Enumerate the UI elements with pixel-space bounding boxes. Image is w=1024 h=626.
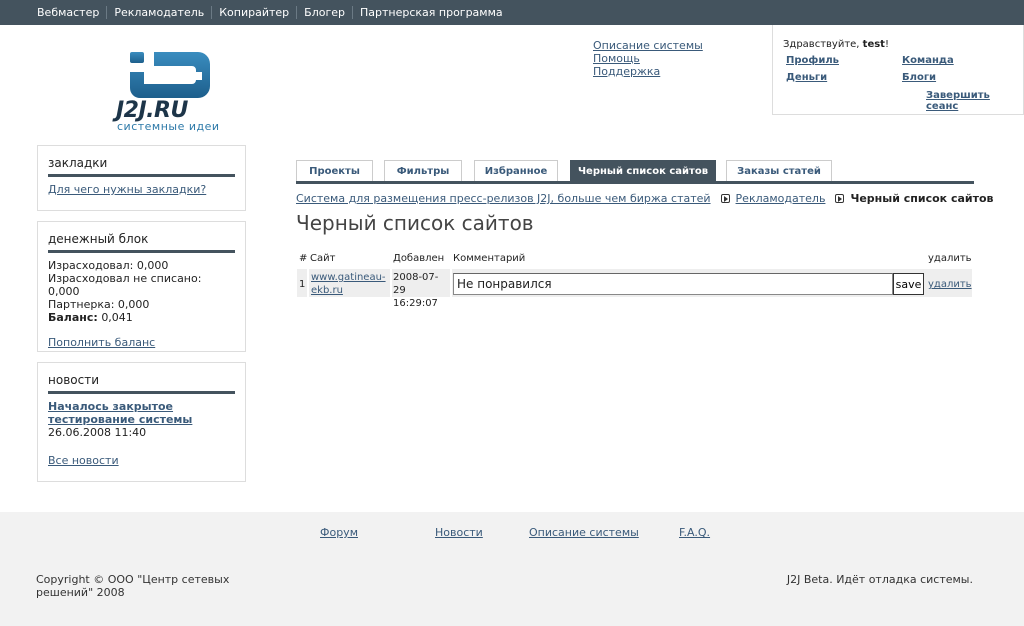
save-button[interactable]: save [893,273,924,295]
balance-label: Баланс: [48,311,98,324]
footer-link-description[interactable]: Описание системы [529,526,639,539]
top-nav-webmaster[interactable]: Вебмастер [30,6,106,19]
footer-link-news[interactable]: Новости [435,526,483,539]
site-logo[interactable]: J2J.RU системные идеи [116,50,228,133]
top-nav-blogger[interactable]: Блогер [296,6,352,19]
row-added-date: 2008-07-29 [393,272,439,296]
bookmarks-help-link[interactable]: Для чего нужны закладки? [48,183,206,196]
balance-value: 0,041 [101,311,133,324]
info-links: Описание системы Помощь Поддержка [593,39,703,78]
breadcrumb: Система для размещения пресс-релизов J2J… [296,192,994,205]
username: test [862,39,885,50]
top-nav-partner-program[interactable]: Партнерская программа [352,6,510,19]
col-header-num: # [299,253,308,264]
delete-link[interactable]: удалить [928,279,972,290]
money-balance: Баланс: 0,041 [48,311,235,324]
all-news-link[interactable]: Все новости [48,454,119,467]
top-nav: Вебмастер Рекламодатель Копирайтер Блоге… [30,6,510,19]
news-headline-link[interactable]: Началось закрытое тестирование системы [48,400,198,426]
logo-mark-icon [130,52,210,98]
user-panel: Здравствуйте, test! Профиль Команда День… [772,25,1024,115]
money-block: денежный блок Израсходовал: 0,000 Израсх… [37,221,246,352]
top-nav-bar: Вебмастер Рекламодатель Копирайтер Блоге… [0,0,1024,25]
bookmarks-title: закладки [48,156,235,177]
top-nav-copywriter[interactable]: Копирайтер [211,6,296,19]
tab-filters[interactable]: Фильтры [384,160,462,181]
tab-favorites[interactable]: Избранное [474,160,558,181]
money-partner: Партнерка: 0,000 [48,298,150,311]
breadcrumb-current: Черный список сайтов [850,192,994,205]
bookmarks-block: закладки Для чего нужны закладки? [37,145,246,211]
breadcrumb-root[interactable]: Система для размещения пресс-релизов J2J… [296,192,711,205]
copyright-text: Copyright © ООО "Центр сетевых решений" … [36,573,230,599]
breadcrumb-section[interactable]: Рекламодатель [736,192,826,205]
row-num: 1 [297,269,307,297]
row-site-link-line1[interactable]: www.gatineau- [311,271,390,284]
col-header-delete: удалить [928,253,972,264]
news-title: новости [48,373,235,394]
col-header-added: Добавлен [393,253,445,264]
footer-link-forum[interactable]: Форум [320,526,358,539]
page-title: Черный список сайтов [296,211,534,235]
breadcrumb-arrow-icon [835,194,845,203]
user-link-team[interactable]: Команда [902,55,954,66]
beta-status-text: J2J Beta. Идёт отладка системы. [786,573,973,586]
breadcrumb-arrow-icon [720,194,730,203]
col-header-site: Сайт [310,253,336,264]
tab-article-orders[interactable]: Заказы статей [726,160,832,181]
news-block: новости Началось закрытое тестирование с… [37,362,246,482]
row-added-time: 16:29:07 [393,298,438,309]
logo-tagline: системные идеи [117,120,220,133]
link-support[interactable]: Поддержка [593,65,703,78]
user-link-blogs[interactable]: Блоги [902,72,936,83]
money-spent-unwritten: Израсходовал не списано: 0,000 [48,272,202,298]
logout-link[interactable]: Завершить сеанс [926,90,1023,112]
row-site-cell: www.gatineau- ekb.ru [309,269,390,297]
user-link-profile[interactable]: Профиль [786,55,839,66]
section-tabs: Проекты Фильтры Избранное Черный список … [296,160,974,184]
tab-blacklist[interactable]: Черный список сайтов [570,160,716,181]
greeting-text: Здравствуйте, [783,39,860,50]
money-spent: Израсходовал: 0,000 [48,259,169,272]
topup-balance-link[interactable]: Пополнить баланс [48,336,155,349]
user-greeting: Здравствуйте, test! [783,39,889,50]
footer: Форум Новости Описание системы F.A.Q. Co… [0,512,1024,626]
news-date: 26.06.2008 11:40 [48,426,147,439]
money-title: денежный блок [48,232,235,253]
tab-projects[interactable]: Проекты [296,160,373,181]
row-site-link-line2[interactable]: ekb.ru [311,284,390,297]
user-link-money[interactable]: Деньги [786,72,827,83]
footer-link-faq[interactable]: F.A.Q. [679,526,710,539]
col-header-comment: Комментарий [453,253,526,264]
comment-input[interactable] [453,273,893,295]
link-system-description[interactable]: Описание системы [593,39,703,52]
row-delete-cell: удалить [926,269,972,297]
link-help[interactable]: Помощь [593,52,703,65]
logo-brand-text: J2J.RU [116,98,188,123]
top-nav-advertiser[interactable]: Рекламодатель [106,6,211,19]
row-added-cell: 2008-07-29 16:29:07 [392,269,450,309]
